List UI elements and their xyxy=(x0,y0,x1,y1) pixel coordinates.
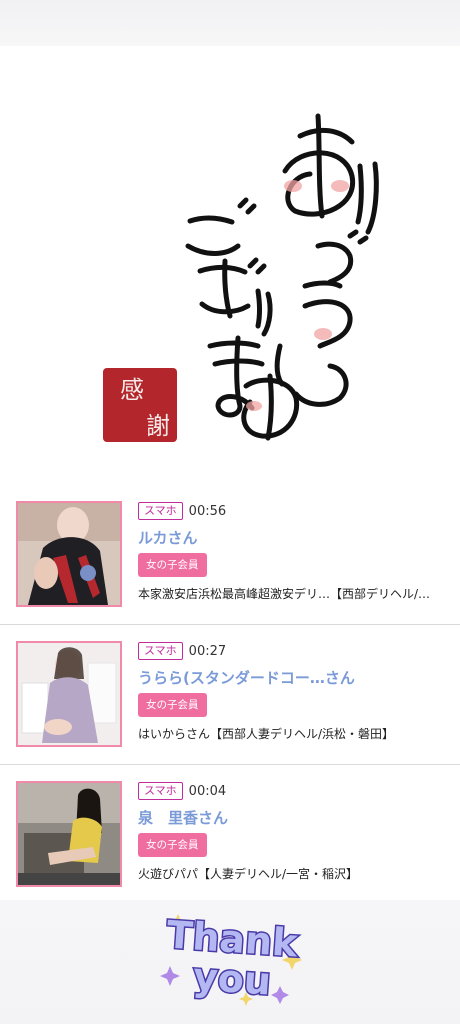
you-text: you xyxy=(192,954,273,1003)
visit-time: 00:56 xyxy=(188,503,227,519)
stamp-char-1: 感 xyxy=(120,376,144,404)
visitor-list: スマホ 00:56 ルカさん 女の子会員 本家激安店浜松最高峰超激安デリ…【西部… xyxy=(0,485,460,905)
shop-name[interactable]: 火遊びパパ【人妻デリヘル/一宮・稲沢】 xyxy=(138,865,454,882)
list-item[interactable]: スマホ 00:56 ルカさん 女の子会員 本家激安店浜松最高峰超激安デリ…【西部… xyxy=(0,485,460,625)
profile-photo[interactable] xyxy=(16,781,122,887)
thank-you-banner: Thank you xyxy=(0,900,460,1024)
member-badge: 女の子会員 xyxy=(138,553,207,577)
hero-thank-you-image: 感 謝 xyxy=(0,46,460,476)
shop-name[interactable]: はいからさん【西部人妻デリヘル/浜松・磐田】 xyxy=(138,725,454,742)
visitor-name-link[interactable]: ルカさん xyxy=(138,527,454,547)
stamp-char-2: 謝 xyxy=(146,412,170,440)
calligraphy-illustration: 感 謝 xyxy=(103,113,379,442)
profile-photo[interactable] xyxy=(16,641,122,747)
device-badge: スマホ xyxy=(138,642,183,660)
device-badge: スマホ xyxy=(138,502,183,520)
visit-time: 00:04 xyxy=(188,783,227,799)
list-item[interactable]: スマホ 00:27 うらら(スタンダードコー…さん 女の子会員 はいからさん【西… xyxy=(0,625,460,765)
visitor-name-link[interactable]: うらら(スタンダードコー…さん xyxy=(138,667,454,687)
member-badge: 女の子会員 xyxy=(138,833,207,857)
shop-name[interactable]: 本家激安店浜松最高峰超激安デリ…【西部デリヘル/… xyxy=(138,585,454,602)
thank-you-illustration: Thank you xyxy=(160,911,302,1006)
device-badge: スマホ xyxy=(138,782,183,800)
profile-photo[interactable] xyxy=(16,501,122,607)
visit-time: 00:27 xyxy=(188,643,227,659)
list-item[interactable]: スマホ 00:04 泉 里香さん 女の子会員 火遊びパパ【人妻デリヘル/一宮・稲… xyxy=(0,765,460,905)
top-strip xyxy=(0,0,460,46)
member-badge: 女の子会員 xyxy=(138,693,207,717)
visitor-name-link[interactable]: 泉 里香さん xyxy=(138,807,454,827)
